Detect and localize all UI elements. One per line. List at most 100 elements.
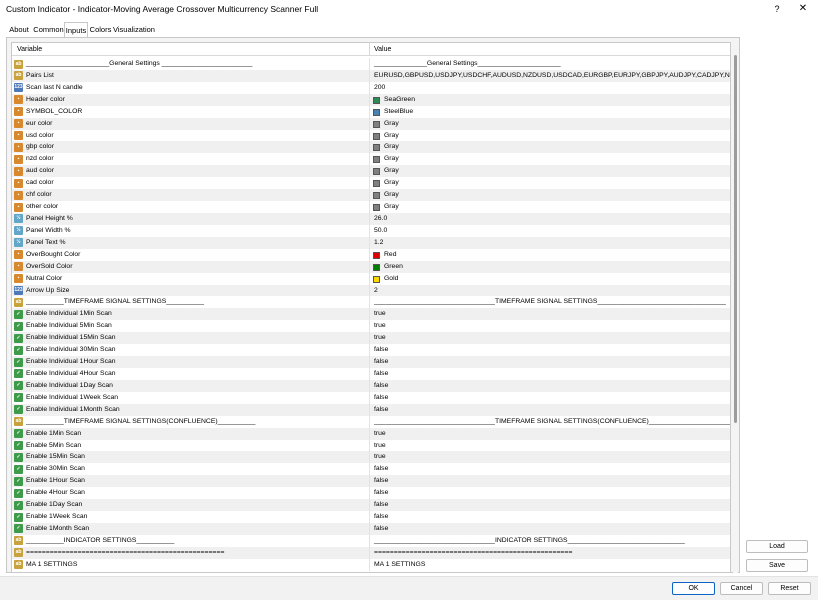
save-button[interactable]: Save — [746, 559, 808, 572]
color-swatch[interactable] — [373, 156, 380, 164]
value-cell[interactable]: true — [374, 430, 386, 437]
value-cell[interactable]: ========================================… — [374, 549, 572, 556]
tab-common[interactable]: Common — [33, 23, 64, 37]
value-cell[interactable]: true — [374, 442, 386, 449]
value-cell[interactable]: false — [374, 370, 388, 377]
table-row[interactable]: ✓ Enable 1Month Scan false — [12, 522, 730, 535]
table-row[interactable]: ab MA 1 SETTINGS MA 1 SETTINGS — [12, 558, 730, 571]
table-row[interactable]: 123 Scan last N candle 200 — [12, 81, 730, 94]
help-button[interactable]: ? — [770, 2, 784, 16]
color-swatch[interactable] — [373, 204, 380, 212]
column-header-value[interactable]: Value — [374, 46, 391, 53]
table-row[interactable]: ✓ Enable Individual 1Min Scan true — [12, 308, 730, 321]
value-cell[interactable]: 200 — [374, 84, 385, 91]
value-cell[interactable]: MA 1 SETTINGS — [374, 561, 425, 568]
value-cell[interactable]: ________________________________TIMEFRAM… — [374, 298, 726, 305]
table-row[interactable]: ▪ chf color Gray — [12, 189, 730, 202]
table-row[interactable]: ab ______________________General Settings… — [12, 58, 730, 70]
table-row[interactable]: ✓ Enable Individual 15Min Scan true — [12, 332, 730, 345]
table-row[interactable]: ▪ SYMBOL_COLOR SteelBlue — [12, 105, 730, 118]
value-cell[interactable]: false — [374, 358, 388, 365]
value-cell[interactable]: Gray — [384, 132, 399, 139]
table-row[interactable]: ✓ Enable 1Min Scan true — [12, 427, 730, 440]
color-swatch[interactable] — [373, 120, 380, 128]
cancel-button[interactable]: Cancel — [720, 582, 763, 595]
color-swatch[interactable] — [373, 251, 380, 259]
color-swatch[interactable] — [373, 180, 380, 188]
table-row[interactable]: ✓ Enable 30Min Scan false — [12, 463, 730, 476]
value-cell[interactable]: false — [374, 406, 388, 413]
value-cell[interactable]: Gray — [384, 191, 399, 198]
value-cell[interactable]: Gray — [384, 155, 399, 162]
value-cell[interactable]: false — [374, 477, 388, 484]
table-row[interactable]: ✓ Enable 1Week Scan false — [12, 511, 730, 523]
value-cell[interactable]: ______________General Settings__________… — [374, 60, 561, 67]
color-swatch[interactable] — [373, 275, 380, 283]
table-row[interactable]: ✓ Enable 4Hour Scan false — [12, 487, 730, 500]
value-cell[interactable]: ________________________________TIMEFRAM… — [374, 418, 730, 425]
table-row[interactable]: ▪ usd color Gray — [12, 129, 730, 142]
table-row[interactable]: ▪ aud color Gray — [12, 165, 730, 178]
table-row[interactable]: ✓ Enable Individual 1Month Scan false — [12, 403, 730, 416]
table-row[interactable]: ab ======================================… — [12, 546, 730, 559]
table-row[interactable]: ▪ Nutral Color Gold — [12, 272, 730, 285]
value-cell[interactable]: true — [374, 334, 386, 341]
table-row[interactable]: ▪ OverBought Color Red — [12, 248, 730, 261]
value-cell[interactable]: false — [374, 513, 388, 520]
color-swatch[interactable] — [373, 144, 380, 152]
color-swatch[interactable] — [373, 192, 380, 200]
value-cell[interactable]: false — [374, 501, 388, 508]
value-cell[interactable]: Gray — [384, 167, 399, 174]
table-row[interactable]: ✓ Enable 15Min Scan true — [12, 451, 730, 464]
tab-inputs[interactable]: Inputs — [64, 22, 88, 38]
value-cell[interactable]: EURUSD,GBPUSD,USDJPY,USDCHF,AUDUSD,NZDUS… — [374, 72, 730, 79]
table-row[interactable]: ✓ Enable 1Day Scan false — [12, 499, 730, 512]
value-cell[interactable]: false — [374, 465, 388, 472]
value-cell[interactable]: 26.0 — [374, 215, 387, 222]
table-row[interactable]: ab __________TIMEFRAME SIGNAL SETTINGS(CO… — [12, 415, 730, 428]
value-cell[interactable]: Green — [384, 263, 403, 270]
table-row[interactable]: ab Pairs List EURUSD,GBPUSD,USDJPY,USDCHF,… — [12, 69, 730, 82]
ok-button[interactable]: OK — [672, 582, 715, 595]
value-cell[interactable]: 1.2 — [374, 239, 383, 246]
value-cell[interactable]: Gray — [384, 179, 399, 186]
value-cell[interactable]: Gray — [384, 120, 399, 127]
table-row[interactable]: ▪ Header color SeaGreen — [12, 93, 730, 106]
table-row[interactable]: ✓ Enable Individual 1Day Scan false — [12, 379, 730, 392]
value-cell[interactable]: false — [374, 346, 388, 353]
column-header-variable[interactable]: Variable — [17, 46, 42, 53]
table-row[interactable]: ▪ other color Gray — [12, 201, 730, 213]
tab-colors[interactable]: Colors — [89, 23, 112, 37]
table-row[interactable]: ½ Panel Height % 26.0 — [12, 212, 730, 225]
value-cell[interactable]: true — [374, 322, 386, 329]
value-cell[interactable]: Gold — [384, 275, 398, 282]
color-swatch[interactable] — [373, 263, 380, 271]
table-row[interactable]: ✓ Enable Individual 4Hour Scan false — [12, 367, 730, 380]
table-row[interactable]: ✓ Enable 5Min Scan true — [12, 439, 730, 452]
value-cell[interactable]: false — [374, 489, 388, 496]
table-row[interactable]: ab __________INDICATOR SETTINGS__________… — [12, 534, 730, 547]
table-row[interactable]: ½ Panel Text % 1.2 — [12, 236, 730, 249]
value-cell[interactable]: 2 — [374, 287, 378, 294]
value-cell[interactable]: true — [374, 310, 386, 317]
table-row[interactable]: ▪ gbp color Gray — [12, 141, 730, 154]
table-row[interactable]: ▪ eur color Gray — [12, 117, 730, 130]
table-row[interactable]: ▪ cad color Gray — [12, 177, 730, 190]
table-row[interactable]: ½ Panel Width % 50.0 — [12, 224, 730, 237]
value-cell[interactable]: ________________________________INDICATO… — [374, 537, 685, 544]
color-swatch[interactable] — [373, 108, 380, 116]
value-cell[interactable]: 50.0 — [374, 227, 387, 234]
table-row[interactable]: ✓ Enable 1Hour Scan false — [12, 475, 730, 488]
tab-visualization[interactable]: Visualization — [113, 23, 155, 37]
table-row[interactable]: ▪ nzd color Gray — [12, 153, 730, 166]
color-swatch[interactable] — [373, 96, 380, 104]
table-row[interactable]: ✓ Enable Individual 30Min Scan false — [12, 344, 730, 357]
table-row[interactable]: ▪ OverSold Color Green — [12, 260, 730, 273]
load-button[interactable]: Load — [746, 540, 808, 553]
value-cell[interactable]: false — [374, 525, 388, 532]
table-row[interactable]: ab __________TIMEFRAME SIGNAL SETTINGS___… — [12, 296, 730, 309]
column-divider[interactable] — [369, 43, 370, 56]
value-cell[interactable]: true — [374, 453, 386, 460]
value-cell[interactable]: SteelBlue — [384, 108, 413, 115]
color-swatch[interactable] — [373, 132, 380, 140]
